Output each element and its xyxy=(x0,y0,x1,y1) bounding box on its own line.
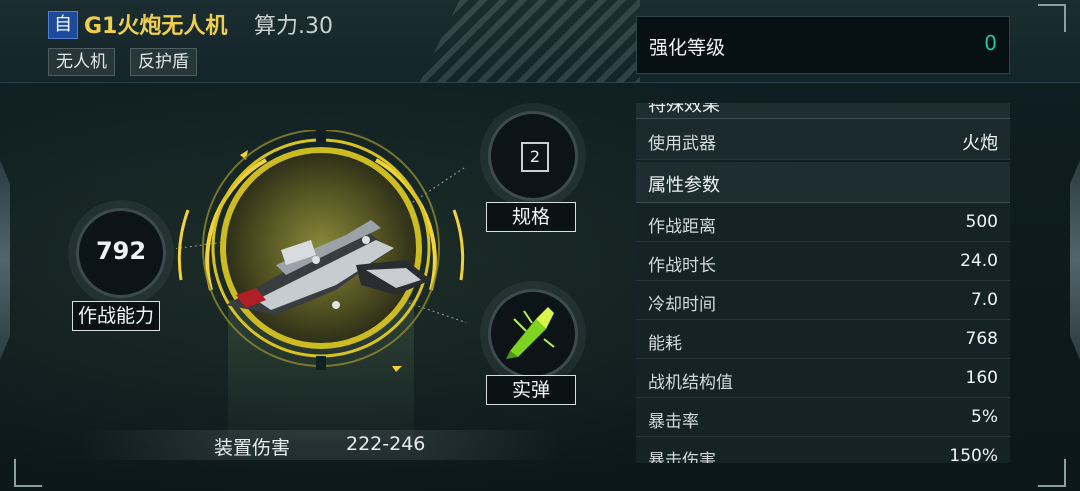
self-badge: 自 xyxy=(48,11,78,39)
left-frame-edge xyxy=(0,160,10,360)
tag-anti-shield: 反护盾 xyxy=(130,48,197,76)
tag-drone: 无人机 xyxy=(48,48,115,76)
weapon-value: 火炮 xyxy=(962,133,998,154)
enhance-level-label: 强化等级 xyxy=(649,37,726,59)
combat-power-value: 792 xyxy=(95,237,147,265)
item-name: G1火炮无人机 xyxy=(84,14,228,39)
bullet-icon xyxy=(506,307,555,359)
corner-bracket xyxy=(1038,459,1066,487)
combat-power-label: 作战能力 xyxy=(72,301,161,331)
stat-row: 能耗 768 xyxy=(636,320,1010,359)
corner-bracket xyxy=(1038,4,1066,32)
right-frame-edge xyxy=(1070,160,1080,360)
spec-value: 2 xyxy=(521,142,549,172)
spec-label: 规格 xyxy=(486,202,576,232)
enhance-level-value: 0 xyxy=(984,31,997,55)
stat-row: 作战时长 24.0 xyxy=(636,242,1010,281)
attributes-header: 属性参数 xyxy=(636,162,1010,203)
special-effects-header: 特殊效果 xyxy=(636,103,1010,119)
stat-row: 暴击率 5% xyxy=(636,398,1010,437)
corner-bracket xyxy=(14,459,42,487)
stat-row: 战机结构值 160 xyxy=(636,359,1010,398)
spec-gauge: 2 xyxy=(488,111,578,201)
weapon-row: 使用武器 火炮 xyxy=(636,119,1010,160)
ammo-type-gauge xyxy=(488,289,578,379)
ammo-type-label: 实弹 xyxy=(486,375,576,405)
combat-power-gauge: 792 xyxy=(76,208,166,298)
drone-display-ring xyxy=(176,130,466,372)
weapon-label: 使用武器 xyxy=(648,134,716,154)
stat-row: 暴击伤害 150% xyxy=(636,437,1010,463)
stat-row: 作战距离 500 xyxy=(636,203,1010,242)
device-damage-label: 装置伤害 xyxy=(214,437,291,459)
item-power: 算力.30 xyxy=(254,14,333,39)
device-damage-bar xyxy=(80,430,560,460)
stats-panel[interactable]: 特殊效果 使用武器 火炮 属性参数 作战距离 500 作战时长 24.0 冷却时… xyxy=(636,103,1010,463)
stat-row: 冷却时间 7.0 xyxy=(636,281,1010,320)
enhance-level-box: 强化等级 0 xyxy=(636,16,1010,74)
device-damage-value: 222-246 xyxy=(346,433,426,455)
